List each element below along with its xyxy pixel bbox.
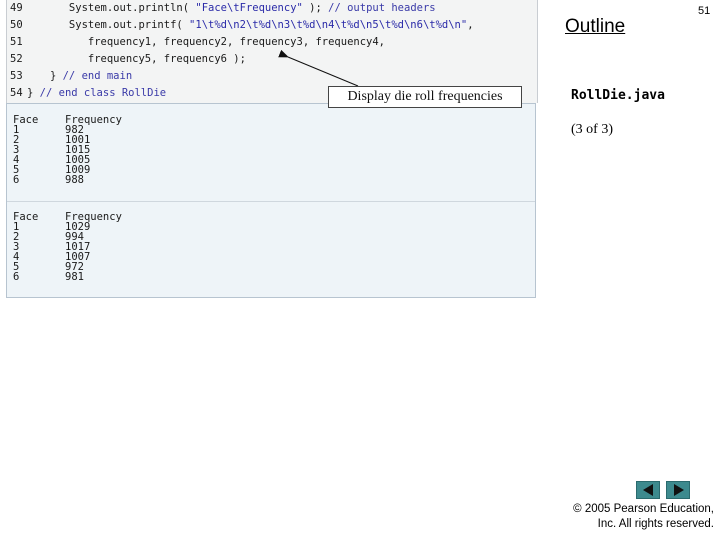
code-token: }	[31, 70, 63, 82]
code-token: frequency5, frequency6 );	[31, 53, 246, 65]
code-token: "Face\tFrequency"	[195, 2, 303, 14]
copyright-line-1: © 2005 Pearson Education,	[573, 503, 714, 515]
line-number: 51	[10, 36, 23, 48]
file-name: RollDie.java	[571, 88, 665, 103]
frequency-value: 988	[65, 174, 84, 186]
code-text: } // end main	[31, 68, 132, 85]
code-token: // end main	[62, 70, 133, 82]
code-token: );	[302, 2, 329, 14]
triangle-right-icon	[674, 484, 684, 496]
triangle-left-icon	[643, 484, 653, 496]
line-number: 52	[10, 53, 23, 65]
code-token: System.out.println(	[31, 2, 196, 14]
code-line: 50 System.out.printf( "1\t%d\n2\t%d\n3\t…	[7, 17, 537, 34]
copyright-line-2: Inc. All rights reserved.	[597, 518, 714, 530]
code-token: frequency1, frequency2, frequency3, freq…	[31, 36, 386, 48]
copyright-notice: © 2005 Pearson Education, Inc. All right…	[573, 502, 714, 532]
previous-slide-button[interactable]	[636, 481, 660, 499]
code-line: 52 frequency5, frequency6 );	[7, 51, 537, 68]
output-divider	[7, 201, 535, 202]
code-token: // output headers	[328, 2, 436, 14]
code-text: frequency1, frequency2, frequency3, freq…	[31, 34, 385, 51]
face-value: 6	[13, 271, 20, 283]
line-number: 50	[10, 19, 23, 31]
part-label: (3 of 3)	[571, 122, 613, 137]
code-text: frequency5, frequency6 );	[31, 51, 246, 68]
code-token: ,	[467, 19, 474, 31]
code-line: 53 } // end main	[7, 68, 537, 85]
code-text: System.out.printf( "1\t%d\n2\t%d\n3\t%d\…	[31, 17, 474, 34]
line-number: 53	[10, 70, 23, 82]
face-value: 6	[13, 174, 20, 186]
outline-title[interactable]: Outline	[565, 16, 625, 38]
code-token: "1\t%d\n2\t%d\n3\t%d\n4\t%d\n5\t%d\n6\t%…	[189, 19, 468, 31]
callout-box: Display die roll frequencies	[328, 86, 522, 108]
line-number: 49	[10, 2, 23, 14]
code-text: System.out.println( "Face\tFrequency" );…	[31, 0, 436, 17]
slide-number: 51	[698, 5, 711, 17]
code-line: 51 frequency1, frequency2, frequency3, f…	[7, 34, 537, 51]
code-token: System.out.printf(	[31, 19, 190, 31]
next-slide-button[interactable]	[666, 481, 690, 499]
code-token: // end class RollDie	[39, 87, 167, 99]
code-line: 49 System.out.println( "Face\tFrequency"…	[7, 0, 537, 17]
frequency-value: 981	[65, 271, 84, 283]
program-output: Face Frequency 1 982 2 1001 3 1015 4 1005 5 1009 6 98…	[6, 103, 536, 298]
code-token: }	[27, 87, 40, 99]
code-text: } // end class RollDie	[27, 85, 166, 102]
